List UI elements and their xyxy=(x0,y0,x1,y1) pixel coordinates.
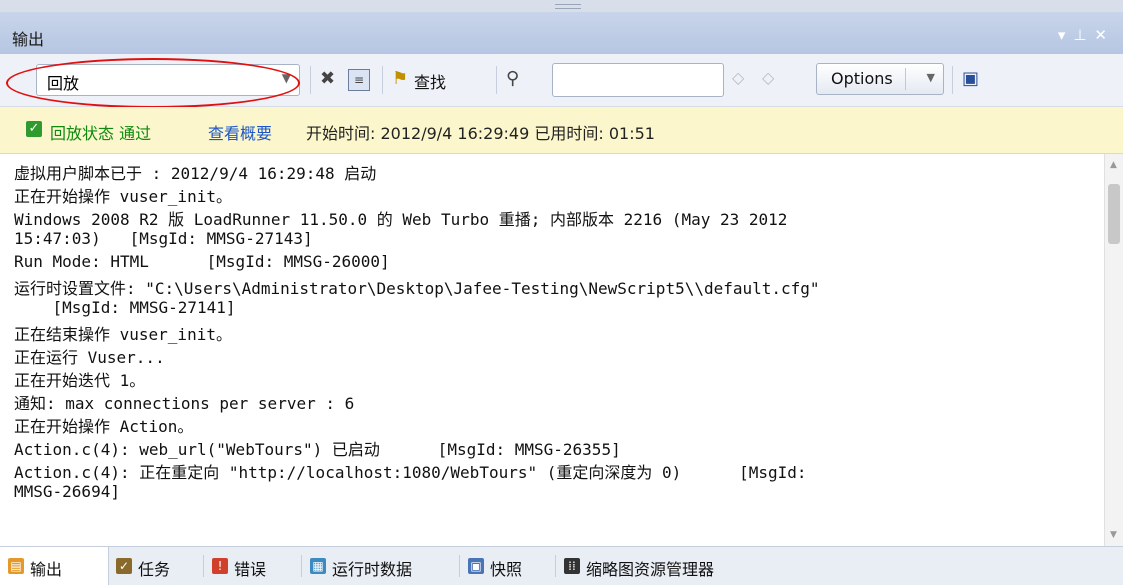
close-icon[interactable]: ✕ xyxy=(1094,26,1115,44)
clear-icon[interactable]: ✖ xyxy=(320,68,335,92)
tab-label: 输出 xyxy=(30,560,63,579)
pass-check-icon: ✓ xyxy=(26,121,42,137)
pin-icon[interactable]: ⊥ xyxy=(1073,26,1094,44)
output-panel-titlebar: 输出 ▾⊥✕ xyxy=(0,0,1123,54)
tasks-icon: ✓ xyxy=(116,558,132,574)
replay-status-bar: ✓ 回放状态 通过 查看概要 开始时间: 2012/9/4 16:29:49 已… xyxy=(0,107,1123,154)
tab-thumbnail-explorer[interactable]: ⁞⁞ 缩略图资源管理器 xyxy=(556,547,776,585)
top-splitter[interactable] xyxy=(0,0,1123,12)
log-line: 正在开始操作 vuser_init。 xyxy=(14,187,232,206)
log-line: 15:47:03) [MsgId: MMSG-27143] xyxy=(14,229,313,248)
replay-status-text: 回放状态 通过 xyxy=(50,124,152,143)
tab-tasks[interactable]: ✓ 任务 xyxy=(108,547,204,585)
word-wrap-icon[interactable]: ≡ xyxy=(348,69,370,91)
errors-icon: ! xyxy=(212,558,228,574)
log-line: Windows 2008 R2 版 LoadRunner 11.50.0 的 W… xyxy=(14,210,788,229)
previous-icon[interactable]: ◇ xyxy=(732,68,744,92)
tab-snapshot[interactable]: ▣ 快照 xyxy=(460,547,556,585)
log-line: 正在结束操作 vuser_init。 xyxy=(14,325,232,344)
log-line: 正在运行 Vuser... xyxy=(14,348,165,367)
annotation-highlight-ring xyxy=(6,58,300,108)
panel-header: 输出 ▾⊥✕ xyxy=(0,12,1123,54)
toolbar-divider xyxy=(310,66,311,94)
tab-label: 错误 xyxy=(234,560,267,579)
log-line: 虚拟用户脚本已于 : 2012/9/4 16:29:48 启动 xyxy=(14,164,377,183)
toolbar-divider xyxy=(382,66,383,94)
log-line: 通知: max connections per server : 6 xyxy=(14,394,355,413)
vertical-scrollbar[interactable]: ▲ ▼ xyxy=(1104,154,1123,546)
bottom-tab-bar: ▤ 输出 ✓ 任务 ! 错误 ▦ 运行时数据 ▣ 快照 ⁞⁞ 缩略图资源管理器 xyxy=(0,546,1123,585)
tab-label: 任务 xyxy=(138,560,171,579)
save-icon[interactable]: ▣ xyxy=(962,68,979,92)
chevron-down-icon[interactable]: ▼ xyxy=(927,71,935,84)
scroll-down-icon[interactable]: ▼ xyxy=(1110,530,1117,540)
panel-title: 输出 xyxy=(12,30,45,49)
thumbnail-explorer-icon: ⁞⁞ xyxy=(564,558,580,574)
toolbar-divider xyxy=(496,66,497,94)
tab-output[interactable]: ▤ 输出 xyxy=(0,547,109,585)
options-label: Options xyxy=(831,69,893,88)
splitter-grip-icon[interactable] xyxy=(555,4,581,9)
log-line: [MsgId: MMSG-27141] xyxy=(14,298,236,317)
output-icon: ▤ xyxy=(8,558,24,574)
search-input[interactable] xyxy=(552,63,724,97)
runtime-data-icon: ▦ xyxy=(310,558,326,574)
search-icon[interactable]: ⚲ xyxy=(506,68,519,92)
log-line-iteration: 正在开始迭代 1。 xyxy=(14,371,146,390)
flag-icon[interactable]: ⚑ xyxy=(392,68,408,92)
scrollbar-thumb[interactable] xyxy=(1108,184,1120,244)
options-button[interactable]: Options ▼ xyxy=(816,63,944,95)
log-line: Run Mode: HTML [MsgId: MMSG-26000] xyxy=(14,252,390,271)
tab-errors[interactable]: ! 错误 xyxy=(204,547,302,585)
log-line: Action.c(4): web_url("WebTours") 已启动 [Ms… xyxy=(14,440,621,459)
log-line: 运行时设置文件: "C:\Users\Administrator\Desktop… xyxy=(14,279,820,298)
log-line: MMSG-26694] xyxy=(14,482,120,501)
snapshot-icon: ▣ xyxy=(468,558,484,574)
tab-label: 缩略图资源管理器 xyxy=(586,560,715,579)
log-line: Action.c(4): 正在重定向 "http://localhost:108… xyxy=(14,463,807,482)
options-divider xyxy=(905,68,906,90)
view-summary-link[interactable]: 查看概要 xyxy=(208,120,272,144)
scroll-up-icon[interactable]: ▲ xyxy=(1110,160,1117,170)
replay-timing-text: 开始时间: 2012/9/4 16:29:49 已用时间: 01:51 xyxy=(306,124,655,143)
tab-label: 快照 xyxy=(490,560,523,579)
tab-label: 运行时数据 xyxy=(332,560,413,579)
output-log[interactable]: 虚拟用户脚本已于 : 2012/9/4 16:29:48 启动 正在开始操作 v… xyxy=(0,154,1100,546)
panel-window-buttons: ▾⊥✕ xyxy=(1058,26,1115,44)
dropdown-icon[interactable]: ▾ xyxy=(1058,26,1074,44)
log-line: 正在开始操作 Action。 xyxy=(14,417,194,436)
tab-runtime-data[interactable]: ▦ 运行时数据 xyxy=(302,547,460,585)
next-icon[interactable]: ◇ xyxy=(762,68,774,92)
toolbar-divider xyxy=(952,66,953,94)
find-button[interactable]: 查找 xyxy=(414,69,446,93)
